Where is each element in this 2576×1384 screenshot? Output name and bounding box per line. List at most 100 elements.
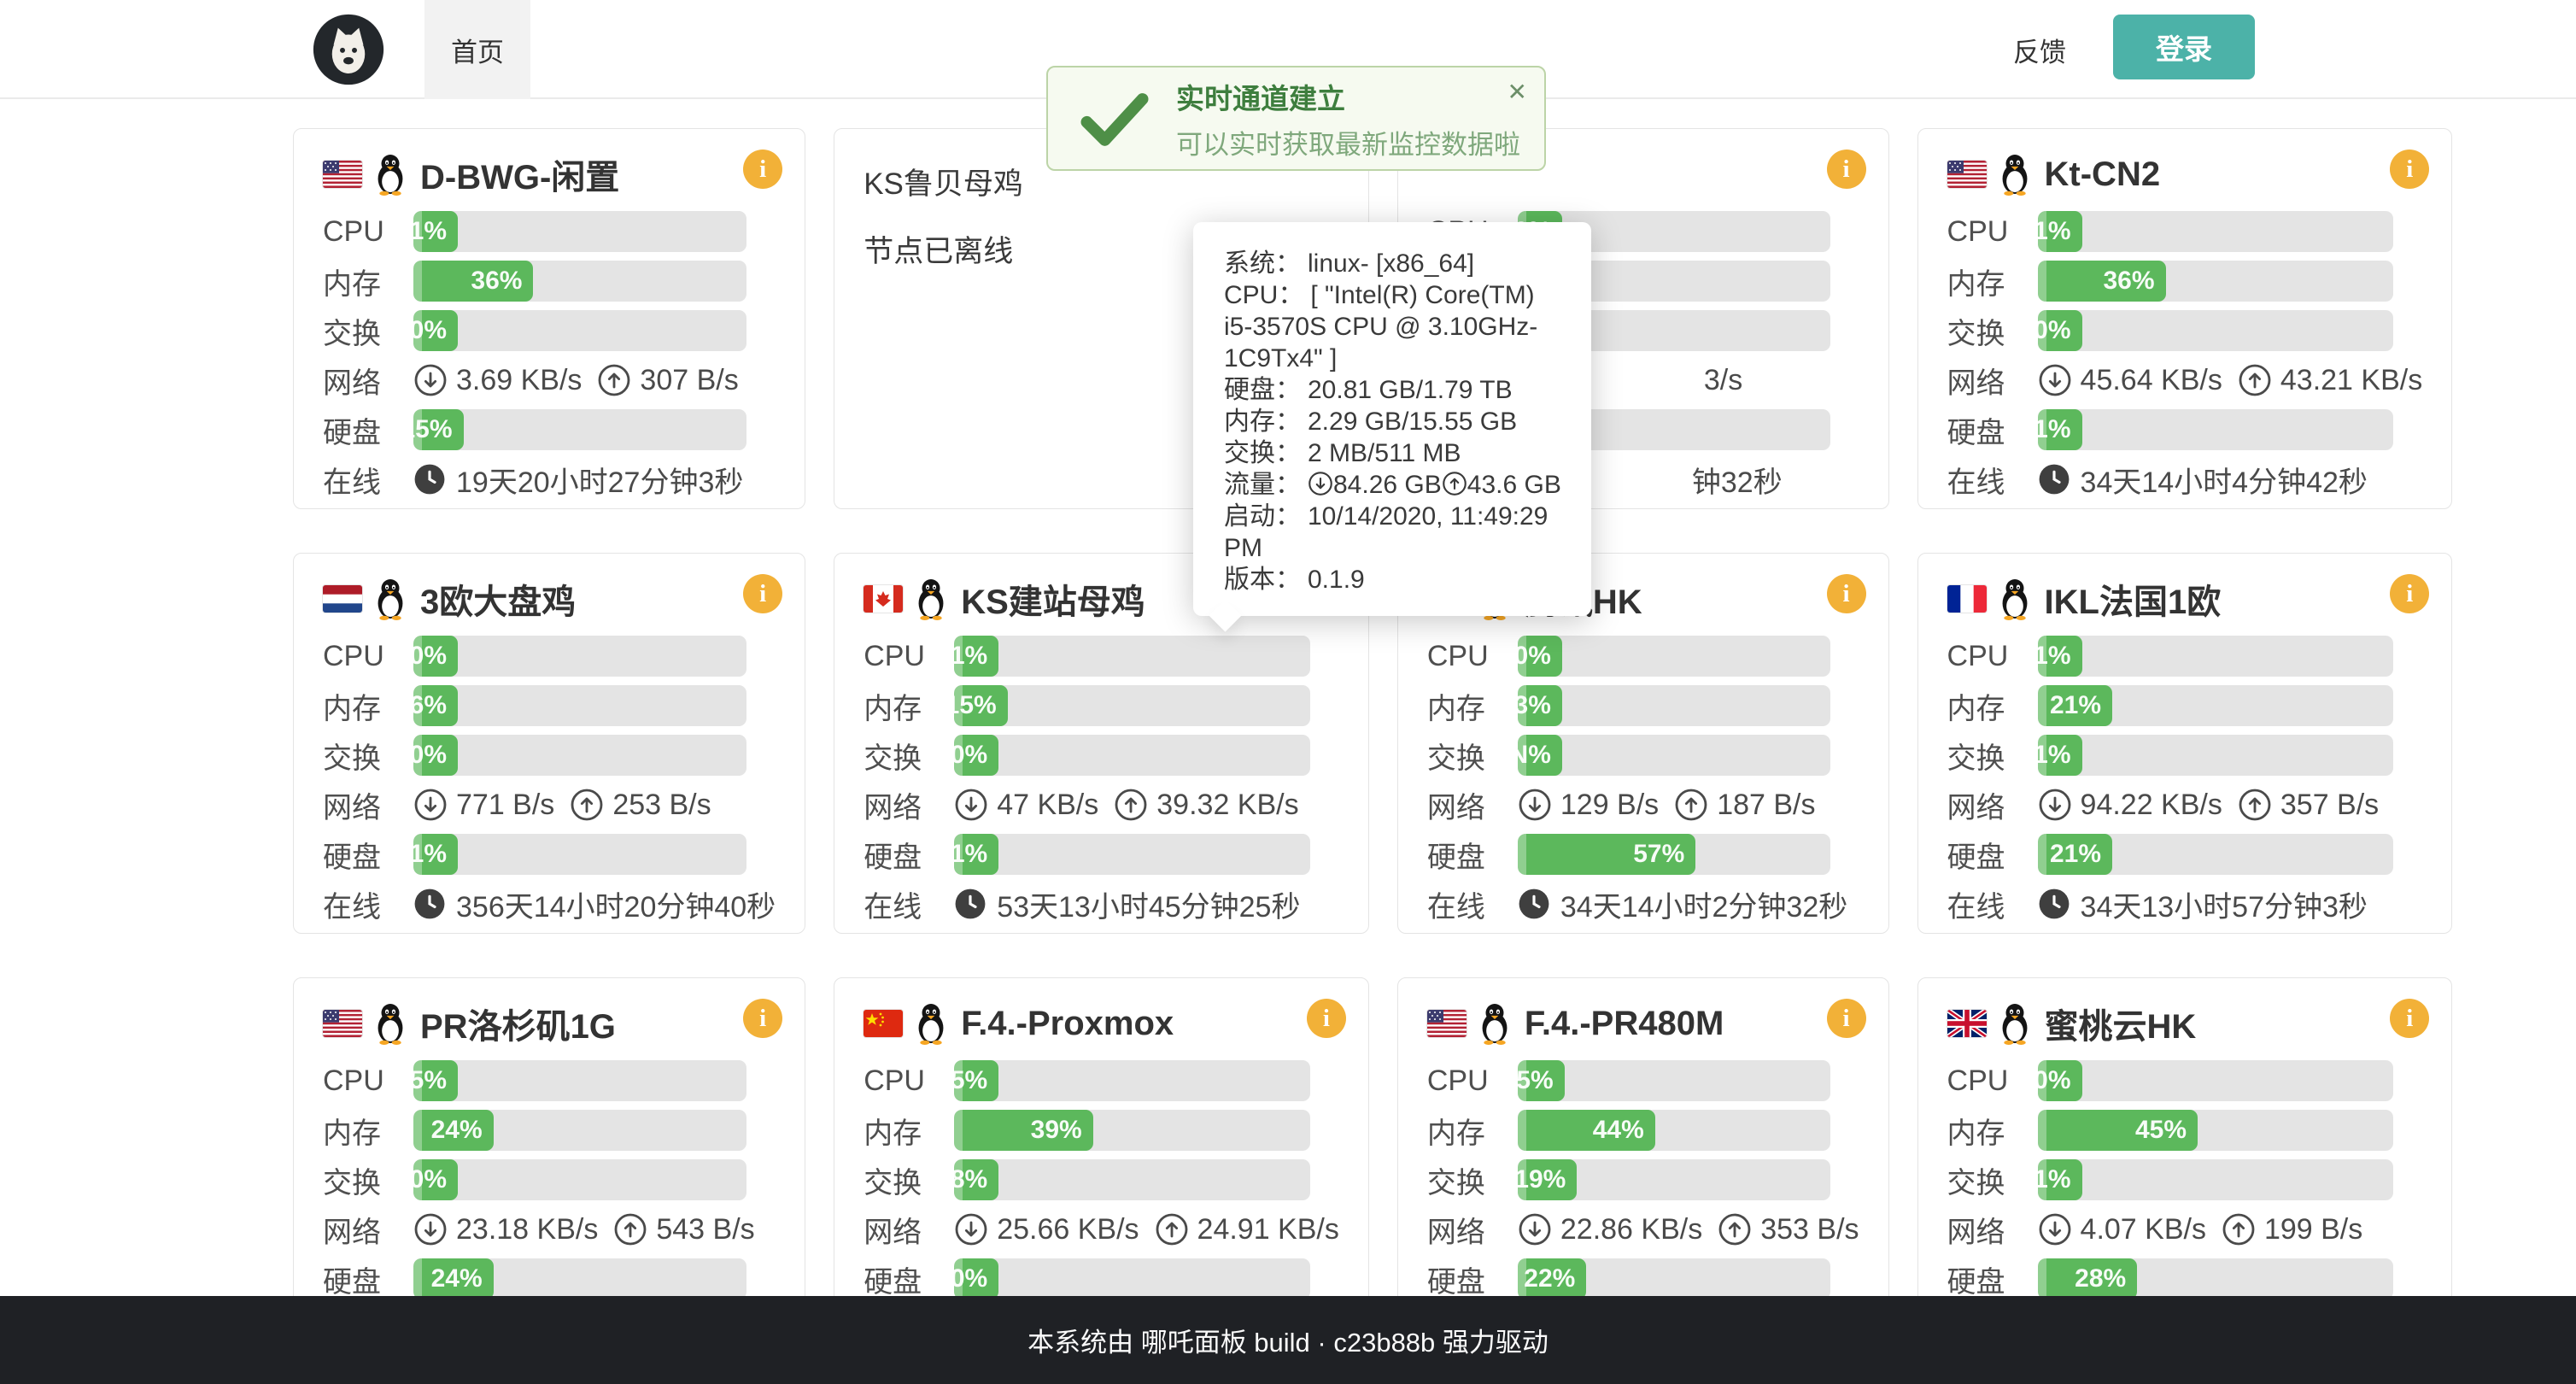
disk-row: 硬盘 11% (1947, 409, 2423, 450)
cpu-label: CPU (1947, 215, 2038, 249)
clock-icon (2038, 463, 2070, 496)
cpu-label: CPU (323, 215, 413, 249)
flag-ca-icon (864, 585, 903, 613)
swap-label: 交换 (1947, 1159, 2038, 1201)
info-icon[interactable]: i (2390, 574, 2429, 613)
swap-label: 交换 (864, 1159, 954, 1201)
uptime-value: 19天20小时27分钟3秒 (456, 459, 743, 501)
tooltip-swap-row: 交换：2 MB/511 MB (1224, 437, 1567, 469)
info-icon[interactable]: i (743, 574, 782, 613)
server-card: Kt-CN2 i CPU 1% 内存 36% 交换 0% 网络 45.64 KB… (1917, 128, 2453, 509)
login-button[interactable]: 登录 (2113, 15, 2255, 79)
memory-progressbar: 24% (413, 1110, 746, 1151)
swap-label: 交换 (864, 735, 954, 777)
disk-row: 硬盘 21% (1947, 834, 2423, 875)
cpu-progressbar: 1% (2038, 636, 2394, 677)
server-name: F.4.-PR480M (1525, 1005, 1724, 1043)
network-row: 网络 4.07 KB/s 199 B/s (1947, 1209, 2423, 1250)
card-header: Kt-CN2 i (1947, 150, 2423, 199)
info-icon[interactable]: i (2390, 150, 2429, 189)
disk-label: 硬盘 (864, 834, 954, 876)
cpu-progressbar: 1% (413, 211, 746, 252)
system-label: 系统： (1224, 249, 1301, 278)
upload-speed: 43.21 KB/s (2280, 364, 2422, 397)
network-row: 网络 22.86 KB/s 353 B/s (1427, 1209, 1859, 1250)
memory-row: 内存 39% (864, 1110, 1339, 1151)
memory-label: 内存 (864, 1110, 954, 1152)
memory-label: 内存 (1427, 685, 1518, 727)
server-name: D-BWG-闲置 (420, 150, 619, 199)
disk-row: 硬盘 24% (323, 1258, 776, 1299)
card-header: 蜜桃云HK i (1947, 999, 2423, 1048)
memory-label: 内存 (1427, 1110, 1518, 1152)
disk-label: 硬盘 (1947, 1258, 2038, 1300)
swap-label: 交换 (323, 310, 413, 352)
swap-row: 交换 8% (864, 1159, 1339, 1200)
upload-arrow-icon (1718, 1212, 1752, 1246)
memory-row: 内存 36% (323, 261, 776, 302)
cpu-progressbar: 1% (954, 636, 1310, 677)
info-icon[interactable]: i (743, 150, 782, 189)
download-speed: 22.86 KB/s (1560, 1213, 1702, 1246)
tooltip-memory-row: 内存：2.29 GB/15.55 GB (1224, 406, 1567, 437)
swap-progressbar: 0% (2038, 310, 2394, 351)
footer: 本系统由 哪吒面板 build · c23b88b 强力驱动 (0, 1296, 2576, 1384)
swap-row: 交换 N% (1427, 735, 1859, 776)
uptime-value: 34天14小时2分钟32秒 (1560, 883, 1847, 925)
swap-progressbar: 1% (2038, 735, 2394, 776)
clock-icon (954, 888, 986, 920)
download-arrow-icon (413, 363, 448, 397)
footer-text: 本系统由 哪吒面板 build · c23b88b 强力驱动 (1027, 1321, 1549, 1359)
uptime-label: 在线 (864, 883, 954, 925)
uptime-value: 34天14小时4分钟42秒 (2081, 459, 2368, 501)
memory-row: 内存 45% (1947, 1110, 2423, 1151)
swap-progressbar: 0% (954, 735, 1310, 776)
cpu-progressbar: 0% (413, 636, 746, 677)
swap-label: 交换 (1427, 1159, 1518, 1201)
info-icon[interactable]: i (1827, 150, 1866, 189)
memory-row: 内存 3% (1427, 685, 1859, 726)
site-logo[interactable] (313, 14, 384, 85)
disk-label: 硬盘 (1427, 834, 1518, 876)
toast-title: 实时通道建立 (1176, 76, 1520, 117)
swap-value: 2 MB/511 MB (1308, 439, 1461, 467)
cpu-progressbar: 5% (954, 1060, 1310, 1101)
info-icon[interactable]: i (1307, 999, 1346, 1038)
cpu-label: CPU (1427, 640, 1518, 673)
linux-penguin-icon (913, 1002, 949, 1045)
disk-progressbar: 57% (1518, 834, 1830, 875)
server-name: 3欧大盘鸡 (420, 574, 576, 624)
cpu-row: CPU 1% (864, 636, 1339, 677)
uptime-label: 在线 (1947, 459, 2038, 501)
download-speed: 25.66 KB/s (997, 1213, 1139, 1246)
network-label: 网络 (864, 784, 954, 826)
cpu-row: CPU 15% (1427, 1060, 1859, 1101)
linux-penguin-icon (372, 153, 408, 196)
flag-gb-icon (1947, 1010, 1987, 1037)
download-speed: 94.22 KB/s (2081, 789, 2222, 822)
upload-speed: 307 B/s (640, 364, 738, 397)
swap-progressbar: 0% (413, 735, 746, 776)
swap-row: 交换 0% (323, 1159, 776, 1200)
info-icon[interactable]: i (743, 999, 782, 1038)
feedback-link[interactable]: 反馈 (2013, 0, 2066, 99)
info-icon[interactable]: i (1827, 574, 1866, 613)
info-icon[interactable]: i (1827, 999, 1866, 1038)
memory-row: 内存 24% (323, 1110, 776, 1151)
cpu-progressbar: 15% (1518, 1060, 1830, 1101)
toast-message: 可以实时获取最新监控数据啦 (1176, 123, 1520, 161)
traffic-down-value: 84.26 GB (1333, 471, 1442, 499)
info-icon[interactable]: i (2390, 999, 2429, 1038)
close-icon[interactable]: ✕ (1508, 78, 1527, 106)
network-label: 网络 (323, 784, 413, 826)
cpu-label: CPU： (1224, 281, 1303, 309)
cpu-row: CPU 0% (1947, 1060, 2423, 1101)
disk-progressbar: 21% (2038, 834, 2394, 875)
tab-home[interactable]: 首页 (424, 0, 530, 99)
cpu-row: CPU 1% (1947, 211, 2423, 252)
network-value-partial: 3/s (1704, 364, 1742, 397)
network-row: 网络 129 B/s 187 B/s (1427, 784, 1859, 825)
card-header: F.4.-PR480M i (1427, 999, 1859, 1048)
cpu-row: CPU 0% (1427, 636, 1859, 677)
tooltip-disk-row: 硬盘：20.81 GB/1.79 TB (1224, 374, 1567, 406)
